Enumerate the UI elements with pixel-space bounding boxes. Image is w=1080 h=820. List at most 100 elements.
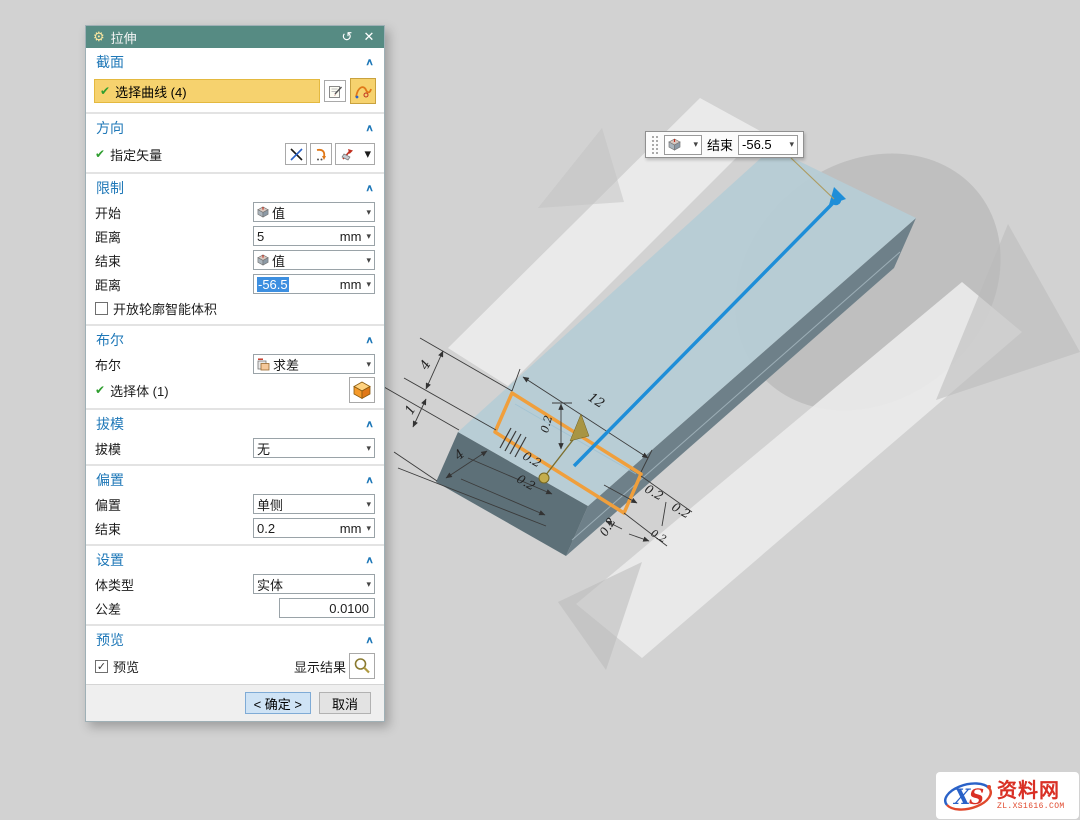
direction-header[interactable]: 方向 ∧ (86, 114, 384, 140)
magnifier-icon (353, 657, 371, 675)
vector-icon (339, 146, 355, 162)
group-offset: 偏置 ∧ 偏置 单侧 ▾ 结束 0.2 mm ▾ (86, 464, 384, 544)
select-body-button[interactable] (349, 377, 375, 403)
svg-text:1: 1 (402, 403, 419, 418)
svg-text:S: S (969, 784, 984, 809)
watermark: X S 资料网 ZL.XS1616.COM (936, 772, 1079, 819)
start-distance-input[interactable]: 5 mm ▾ (253, 226, 375, 246)
offset-label: 偏置 (95, 495, 121, 514)
snap-mode-dropdown[interactable]: ▾ (664, 135, 702, 155)
svg-text:4: 4 (417, 358, 435, 374)
chevron-up-icon[interactable]: ∧ (365, 418, 374, 429)
end-distance-label: 距离 (95, 275, 121, 294)
watermark-url: ZL.XS1616.COM (997, 803, 1065, 811)
chevron-down-icon: ▾ (789, 139, 794, 150)
check-icon: ✔ (100, 84, 110, 98)
limits-header[interactable]: 限制 ∧ (86, 174, 384, 200)
minibar-end-label: 结束 (707, 135, 733, 154)
chevron-down-icon: ▾ (366, 231, 371, 242)
curve-icon (354, 82, 373, 101)
body-type-dropdown[interactable]: 实体 ▾ (253, 574, 375, 594)
solid-body-icon (352, 380, 372, 400)
offset-end-label: 结束 (95, 519, 121, 538)
chevron-down-icon: ▾ (693, 139, 698, 150)
group-limits: 限制 ∧ 开始 值 ▾ 距离 5 (86, 172, 384, 324)
curve-select-button[interactable] (350, 78, 376, 104)
tolerance-label: 公差 (95, 599, 121, 618)
open-profile-label: 开放轮廓智能体积 (113, 299, 217, 318)
chevron-up-icon[interactable]: ∧ (365, 122, 374, 133)
tolerance-input[interactable]: 0.0100 (279, 598, 375, 618)
chevron-down-icon: ▾ (366, 279, 371, 290)
section-header[interactable]: 截面 ∧ (86, 48, 384, 74)
boolean-label: 布尔 (95, 355, 121, 374)
two-point-vector-button[interactable] (285, 143, 307, 165)
end-distance-input[interactable]: -56.5 ▾ (738, 135, 798, 155)
chevron-down-icon: ▾ (366, 359, 371, 370)
draft-label: 拔模 (95, 439, 121, 458)
chevron-up-icon[interactable]: ∧ (365, 474, 374, 485)
chevron-down-icon: ▾ (366, 499, 371, 510)
watermark-name: 资料网 (997, 781, 1065, 801)
group-draft: 拔模 ∧ 拔模 无 ▾ (86, 408, 384, 464)
dialog-titlebar[interactable]: ⚙ 拉伸 ↺ ✕ (86, 26, 384, 48)
chevron-down-icon: ▾ (366, 255, 371, 266)
extrude-dialog: ⚙ 拉伸 ↺ ✕ 截面 ∧ ✔ 选择曲线 (4) (85, 25, 385, 722)
group-preview: 预览 ∧ ✓ 预览 显示结果 (86, 624, 384, 684)
select-curve-label: 选择曲线 (4) (115, 82, 187, 101)
chevron-up-icon[interactable]: ∧ (365, 634, 374, 645)
sketch-icon (328, 84, 343, 99)
two-point-vector-icon (289, 147, 304, 162)
start-type-dropdown[interactable]: 值 ▾ (253, 202, 375, 222)
inferred-vector-button[interactable] (310, 143, 332, 165)
cube-icon (257, 254, 269, 266)
ok-button[interactable]: < 确定 > (245, 692, 311, 714)
close-icon[interactable]: ✕ (361, 29, 377, 45)
selected-text: -56.5 (257, 277, 289, 292)
offset-header[interactable]: 偏置 ∧ (86, 466, 384, 492)
preview-label: 预览 (113, 657, 139, 676)
cancel-button[interactable]: 取消 (319, 692, 371, 714)
preview-checkbox[interactable]: ✓ (95, 660, 108, 673)
boolean-header[interactable]: 布尔 ∧ (86, 326, 384, 352)
onscreen-input-toolbar[interactable]: ▾ 结束 -56.5 ▾ (645, 131, 804, 158)
gear-icon: ⚙ (93, 29, 105, 45)
toolbar-grip-handle[interactable] (651, 135, 659, 154)
chevron-down-icon: ▾ (366, 443, 371, 454)
end-distance-input[interactable]: -56.5 mm ▾ (253, 274, 375, 294)
draft-dropdown[interactable]: 无 ▾ (253, 438, 375, 458)
chevron-down-icon: ▾ (366, 523, 371, 534)
start-label: 开始 (95, 203, 121, 222)
app-window: 4 1 4 12 0.2 0.2 0.2 0.2 0.2 0.2 0.2 ▾ 结… (0, 0, 1080, 820)
boolean-dropdown[interactable]: 求差 ▾ (253, 354, 375, 374)
sketch-section-button[interactable] (324, 80, 346, 102)
chevron-up-icon[interactable]: ∧ (365, 182, 374, 193)
watermark-logo-icon: X S (941, 775, 995, 817)
offset-end-input[interactable]: 0.2 mm ▾ (253, 518, 375, 538)
group-section: 截面 ∧ ✔ 选择曲线 (4) (86, 48, 384, 112)
preview-header[interactable]: 预览 ∧ (86, 626, 384, 652)
dialog-title: 拉伸 (111, 28, 333, 47)
group-direction: 方向 ∧ ✔ 指定矢量 (86, 112, 384, 172)
cube-icon (257, 206, 269, 218)
chevron-down-icon: ▾ (366, 579, 371, 590)
check-icon: ✔ (95, 147, 105, 161)
check-icon: ✔ (95, 383, 105, 397)
end-label: 结束 (95, 251, 121, 270)
select-curve-field[interactable]: ✔ 选择曲线 (4) (94, 79, 320, 103)
reset-icon[interactable]: ↺ (339, 29, 355, 45)
end-type-dropdown[interactable]: 值 ▾ (253, 250, 375, 270)
chevron-up-icon[interactable]: ∧ (365, 554, 374, 565)
show-result-button[interactable] (349, 653, 375, 679)
dialog-footer: < 确定 > 取消 (86, 684, 384, 721)
chevron-up-icon[interactable]: ∧ (365, 56, 374, 67)
group-boolean: 布尔 ∧ 布尔 求差 ▾ ✔ 选择体 (1) (86, 324, 384, 408)
vector-type-dropdown[interactable]: ▾ (335, 143, 375, 165)
open-profile-checkbox[interactable] (95, 302, 108, 315)
draft-header[interactable]: 拔模 ∧ (86, 410, 384, 436)
chevron-up-icon[interactable]: ∧ (365, 334, 374, 345)
end-distance-value: -56.5 (742, 137, 789, 152)
offset-dropdown[interactable]: 单侧 ▾ (253, 494, 375, 514)
settings-header[interactable]: 设置 ∧ (86, 546, 384, 572)
select-body-label: 选择体 (1) (110, 381, 169, 400)
